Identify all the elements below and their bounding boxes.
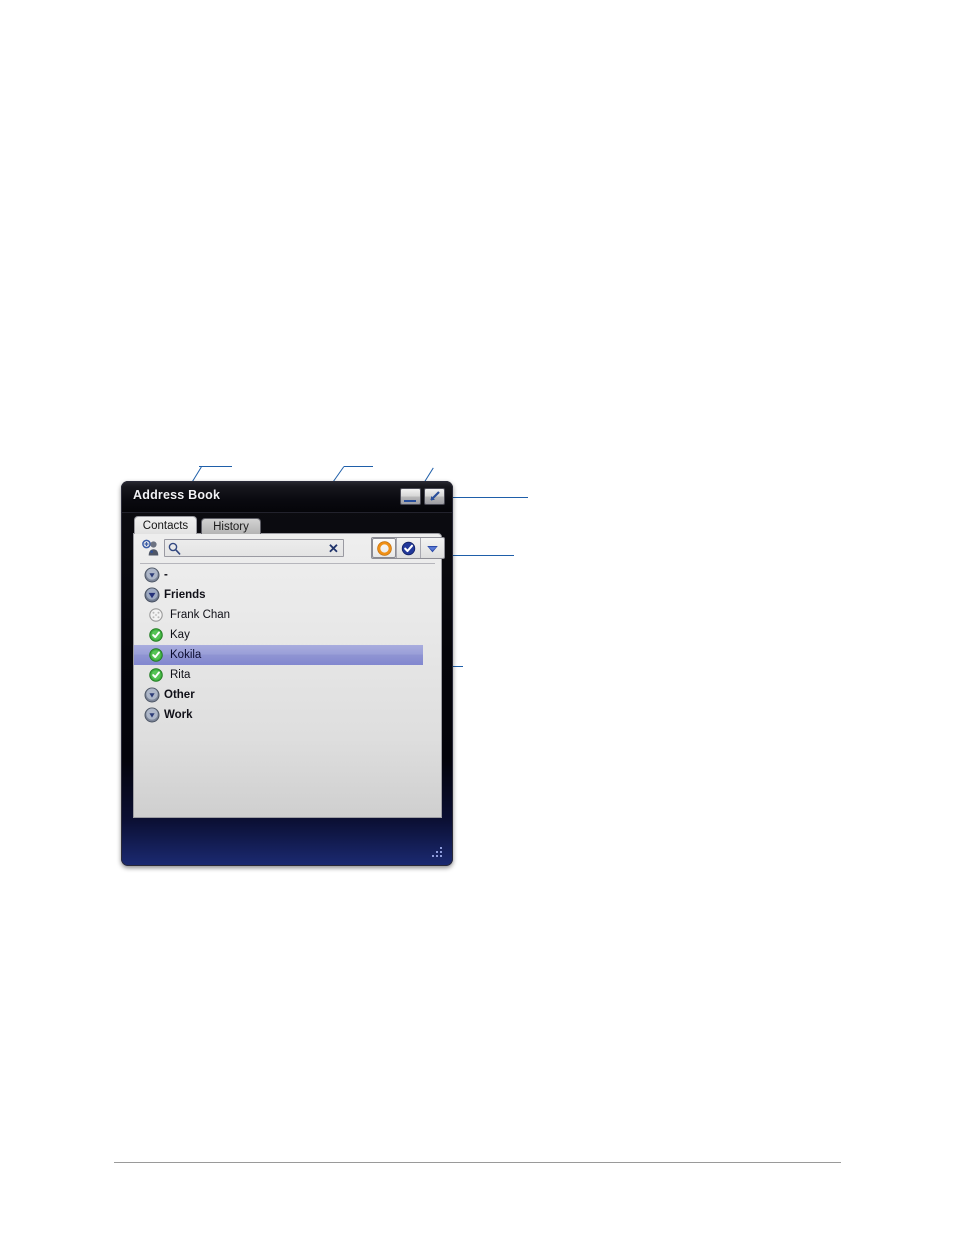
toolbar: ✕ [134, 534, 445, 562]
available-check-icon [401, 541, 416, 555]
status-offline-icon [149, 608, 163, 622]
page-title: Address Book [133, 488, 221, 502]
title-bar[interactable]: Address Book [121, 481, 453, 512]
search-icon [168, 542, 181, 555]
status-online-icon [149, 628, 163, 642]
clear-search-icon[interactable]: ✕ [327, 541, 340, 556]
tab-strip: Contacts History [121, 514, 453, 534]
titlebar-divider [121, 512, 453, 513]
contact-row[interactable]: Kay [134, 625, 441, 645]
tab-contacts[interactable]: Contacts [134, 516, 197, 534]
callout-add-contact-horizontal [199, 466, 232, 467]
chevron-down-icon [427, 545, 438, 552]
contact-row[interactable]: Frank Chan [134, 605, 441, 625]
page-footer-rule [114, 1162, 841, 1163]
callout-search-horizontal [344, 466, 373, 467]
group-label: Friends [164, 589, 206, 601]
contacts-panel: ✕ - Friends Frank Chan Kay Kokila Rita O… [133, 533, 445, 818]
add-contact-icon[interactable] [142, 539, 160, 557]
contact-name: Kay [170, 629, 190, 641]
search-input[interactable] [184, 541, 328, 558]
disclosure-collapsed-icon[interactable] [144, 567, 160, 583]
contact-row[interactable]: Rita [134, 665, 441, 685]
restore-button[interactable] [424, 488, 445, 505]
group-label: - [164, 569, 168, 581]
minimize-icon [404, 500, 416, 502]
group-label: Other [164, 689, 195, 701]
address-book-window: Address Book Contacts History ✕ - Friend… [121, 481, 453, 866]
contact-name: Frank Chan [170, 609, 231, 621]
disclosure-expanded-icon[interactable] [144, 587, 160, 603]
contact-name: Kokila [170, 649, 202, 661]
status-online-icon [149, 648, 163, 662]
contact-name: Rita [170, 669, 191, 681]
restore-icon [430, 491, 440, 501]
resize-grip[interactable] [432, 847, 444, 859]
selected-contact-row[interactable]: Kokila [134, 645, 423, 665]
status-away-button[interactable] [372, 538, 396, 558]
status-buttons [371, 537, 445, 559]
tab-history[interactable]: History [201, 518, 261, 534]
status-available-button[interactable] [396, 538, 420, 558]
window-controls [400, 488, 445, 505]
away-ring-icon [376, 540, 392, 556]
group-row[interactable]: Other [134, 685, 441, 705]
group-row[interactable]: - [134, 565, 441, 585]
disclosure-collapsed-icon[interactable] [144, 687, 160, 703]
group-label: Work [164, 709, 193, 721]
search-box[interactable]: ✕ [164, 539, 344, 558]
toolbar-divider [140, 563, 435, 564]
contacts-list[interactable]: - Friends Frank Chan Kay Kokila Rita Oth… [134, 565, 441, 817]
group-row[interactable]: Work [134, 705, 441, 725]
disclosure-collapsed-icon[interactable] [144, 707, 160, 723]
status-menu-button[interactable] [420, 538, 444, 558]
minimize-button[interactable] [400, 488, 421, 505]
status-online-icon [149, 668, 163, 682]
group-row[interactable]: Friends [134, 585, 441, 605]
